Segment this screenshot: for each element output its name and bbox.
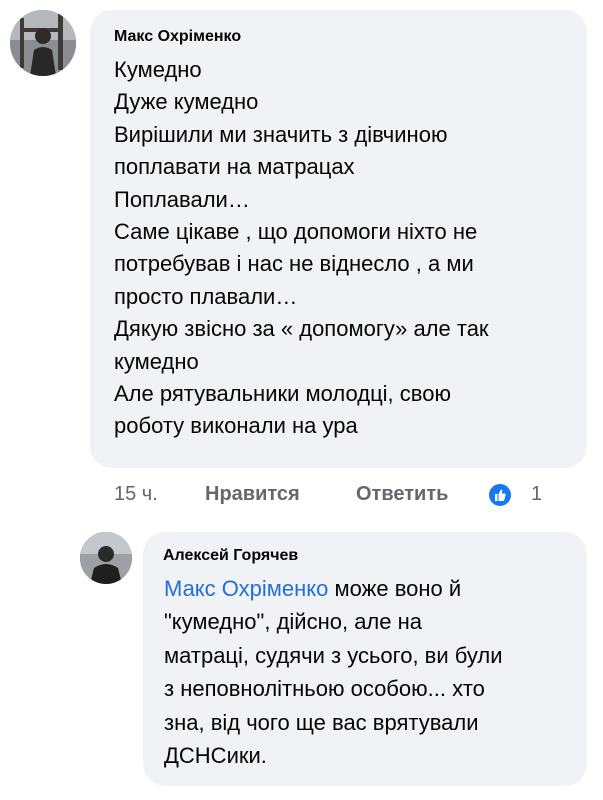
comment-bubble: Макс Охріменко Кумедно Дуже кумедно Вирі… — [90, 10, 587, 468]
reaction-count[interactable]: 1 — [531, 482, 542, 506]
comment-line: роботу виконали на ура — [114, 413, 358, 439]
avatar-photo — [10, 10, 76, 76]
like-icon[interactable] — [487, 482, 513, 508]
commenter-avatar[interactable] — [10, 10, 76, 76]
reply-first-line: Макс Охріменко може воно й — [164, 572, 503, 605]
avatar-photo — [80, 532, 132, 584]
comment-line: Але рятувальники молодці, свою — [114, 381, 451, 407]
reply-line: ДСНСики. — [164, 743, 267, 769]
reply-button[interactable]: Ответить — [356, 482, 448, 506]
comment-line: кумедно — [114, 348, 199, 374]
mention-link[interactable]: Макс Охріменко — [164, 576, 328, 601]
reply-bubble: Алексей Горячев Макс Охріменко може воно… — [143, 532, 587, 786]
reply-line: зна, від чого ще вас врятували — [164, 709, 479, 735]
comment-line: просто плавали… — [114, 283, 298, 309]
comment-timestamp[interactable]: 15 ч. — [114, 482, 158, 506]
like-button[interactable]: Нравится — [205, 482, 300, 506]
comment-line: Поплавали… — [114, 186, 250, 212]
reply-text: Макс Охріменко може воно й "кумедно", ді… — [164, 572, 503, 772]
reply-line: матраці, судячи з усього, ви були — [164, 642, 503, 668]
comment-meta-row: 15 ч. Нравится Ответить 1 — [114, 482, 594, 510]
comment-line: Вирішили ми значить з дівчиною — [114, 121, 448, 147]
reply-avatar[interactable] — [80, 532, 132, 584]
comment-text: Кумедно Дуже кумедно Вирішили ми значить… — [114, 54, 489, 443]
reply-author[interactable]: Алексей Горячев — [163, 546, 298, 566]
reply-line: з неповнолітньою особою... хто — [164, 676, 485, 702]
comment-line: Дуже кумедно — [114, 89, 259, 115]
reply-line: "кумедно", дійсно, але на — [164, 609, 422, 635]
comment-line: потребував і нас не віднесло , а ми — [114, 251, 474, 277]
comment-author[interactable]: Макс Охріменко — [114, 27, 241, 47]
comment-line: Саме цікаве , що допомоги ніхто не — [114, 219, 478, 245]
comment-line: поплавати на матрацах — [114, 154, 355, 180]
comment-line: Кумедно — [114, 57, 202, 82]
reply-line: може воно й — [328, 576, 462, 601]
comment-line: Дякую звісно за « допомогу» але так — [114, 316, 489, 342]
